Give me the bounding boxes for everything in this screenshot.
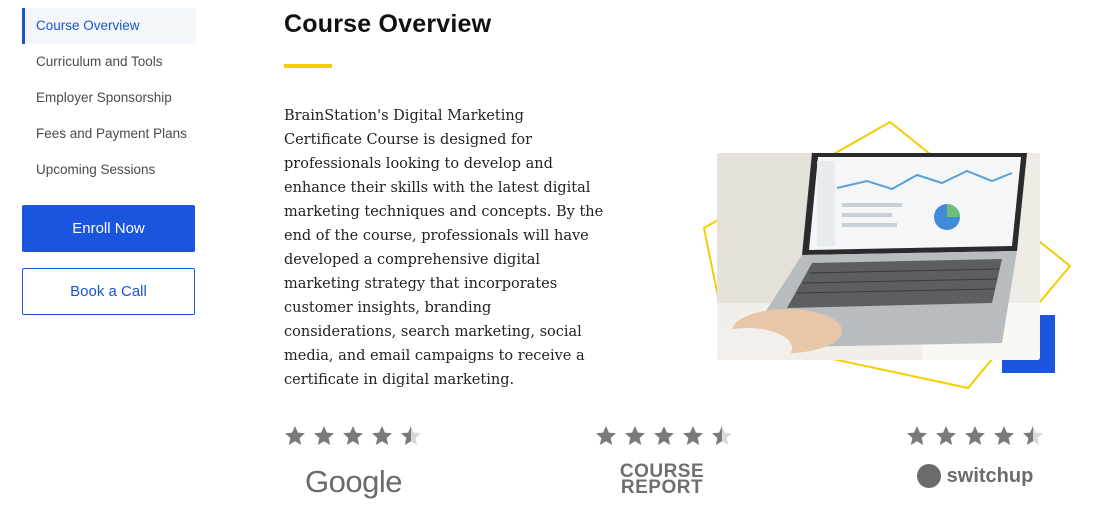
star-full-icon bbox=[314, 426, 334, 445]
star-full-icon bbox=[372, 426, 392, 445]
star-rating bbox=[905, 424, 1085, 450]
star-full-icon bbox=[965, 426, 985, 445]
star-full-icon bbox=[654, 426, 674, 445]
star-full-icon bbox=[285, 426, 305, 445]
course-sidebar: Course Overview Curriculum and Tools Emp… bbox=[22, 8, 196, 315]
course-image-area bbox=[700, 118, 1080, 398]
star-rating bbox=[594, 424, 774, 450]
star-full-icon bbox=[907, 426, 927, 445]
sidebar-item-course-overview[interactable]: Course Overview bbox=[22, 8, 196, 44]
sidebar-item-employer-sponsorship[interactable]: Employer Sponsorship bbox=[22, 80, 196, 116]
sidebar-item-fees-and-payment-plans[interactable]: Fees and Payment Plans bbox=[22, 116, 196, 152]
ratings-row: Google COURSE REPORT switchup bbox=[0, 424, 1098, 512]
star-full-icon bbox=[596, 426, 616, 445]
sidebar-item-upcoming-sessions[interactable]: Upcoming Sessions bbox=[22, 152, 196, 188]
sidebar-item-curriculum-and-tools[interactable]: Curriculum and Tools bbox=[22, 44, 196, 80]
course-report-logo: COURSE REPORT bbox=[594, 462, 730, 498]
course-report-rating: COURSE REPORT bbox=[594, 424, 774, 498]
google-logo: Google bbox=[305, 464, 402, 499]
switchup-badge-icon bbox=[916, 464, 941, 488]
title-underline bbox=[284, 64, 332, 68]
laptop-photo-illustration bbox=[717, 153, 1040, 360]
page-title: Course Overview bbox=[284, 10, 492, 38]
star-half-icon bbox=[712, 426, 732, 445]
book-a-call-button[interactable]: Book a Call bbox=[22, 268, 195, 315]
star-full-icon bbox=[343, 426, 363, 445]
star-half-icon bbox=[401, 426, 421, 445]
laptop-analytics-photo bbox=[717, 153, 1040, 360]
course-report-line2: REPORT bbox=[620, 477, 704, 498]
star-full-icon bbox=[625, 426, 645, 445]
google-rating: Google bbox=[283, 424, 463, 500]
star-rating bbox=[283, 424, 463, 450]
star-full-icon bbox=[936, 426, 956, 445]
enroll-now-button[interactable]: Enroll Now bbox=[22, 205, 195, 252]
switchup-logo: switchup bbox=[905, 464, 1045, 488]
star-full-icon bbox=[994, 426, 1014, 445]
switchup-rating: switchup bbox=[905, 424, 1085, 488]
switchup-wordmark: switchup bbox=[946, 464, 1034, 487]
star-full-icon bbox=[683, 426, 703, 445]
star-half-icon bbox=[1023, 426, 1043, 445]
course-description: BrainStation's Digital Marketing Certifi… bbox=[284, 108, 604, 388]
